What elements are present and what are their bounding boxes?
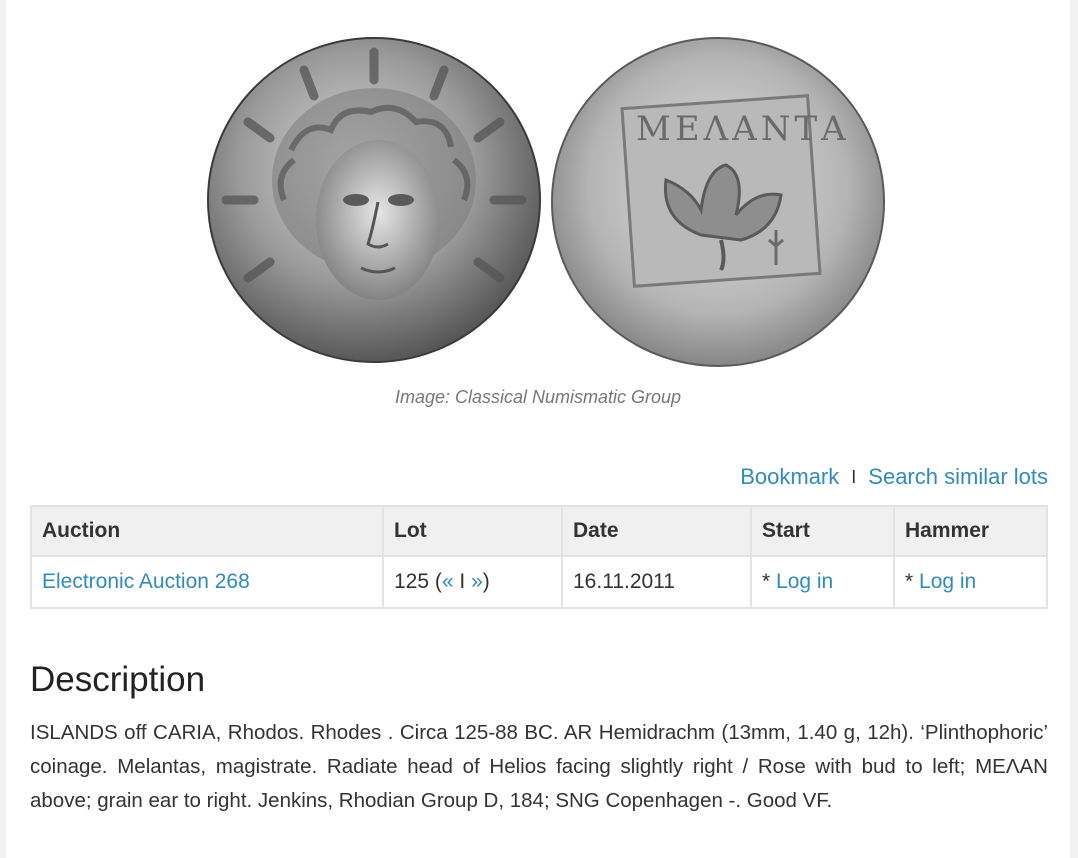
bookmark-link[interactable]: Bookmark (740, 464, 839, 490)
hammer-login-link[interactable]: Log in (919, 570, 976, 593)
description-text: ISLANDS off CARIA, Rhodos. Rhodes . Circ… (30, 721, 1048, 812)
start-asterisk: * (762, 570, 777, 593)
auction-link[interactable]: Electronic Auction 268 (42, 570, 250, 593)
lot-actions: Bookmark I Search similar lots (740, 464, 1048, 490)
table-row: Electronic Auction 268 125 (« I ») 16.11… (30, 555, 1048, 609)
reverse-coin: ΜΕΛΑΝΤΑ (551, 37, 885, 367)
header-date: Date (561, 505, 752, 557)
cell-date: 16.11.2011 (561, 555, 752, 609)
actions-separator: I (851, 466, 857, 487)
coin-image[interactable]: ΜΕΛΑΝΤΑ (196, 30, 896, 370)
search-similar-lots-link[interactable]: Search similar lots (868, 464, 1048, 490)
cell-auction: Electronic Auction 268 (30, 555, 384, 609)
lot-paren-close: ) (482, 570, 490, 593)
image-credit: Image: Classical Numismatic Group (394, 387, 682, 407)
cell-hammer: * Log in (893, 555, 1048, 609)
cell-start: * Log in (750, 555, 895, 609)
header-lot: Lot (382, 505, 563, 557)
page: ΜΕΛΑΝΤΑ Image: Classical Numismatic Grou… (6, 0, 1070, 858)
start-login-link[interactable]: Log in (776, 570, 833, 593)
table-header-row: Auction Lot Date Start Hammer (30, 505, 1048, 557)
obverse-coin (207, 37, 541, 363)
next-lot-link[interactable]: » (471, 570, 483, 593)
lot-number: 125 (394, 570, 430, 593)
header-start: Start (750, 505, 895, 557)
description-title: Description (30, 660, 206, 699)
header-auction: Auction (30, 505, 384, 557)
hammer-asterisk: * (905, 570, 920, 593)
lot-paren-open: ( (429, 570, 442, 593)
reverse-inscription: ΜΕΛΑΝΤΑ (636, 109, 850, 149)
previous-lot-link[interactable]: « (442, 570, 454, 593)
lot-nav-separator: I (453, 570, 472, 593)
cell-lot: 125 (« I ») (382, 555, 563, 609)
lot-table: Auction Lot Date Start Hammer Electronic… (30, 505, 1048, 609)
header-hammer: Hammer (893, 505, 1048, 557)
